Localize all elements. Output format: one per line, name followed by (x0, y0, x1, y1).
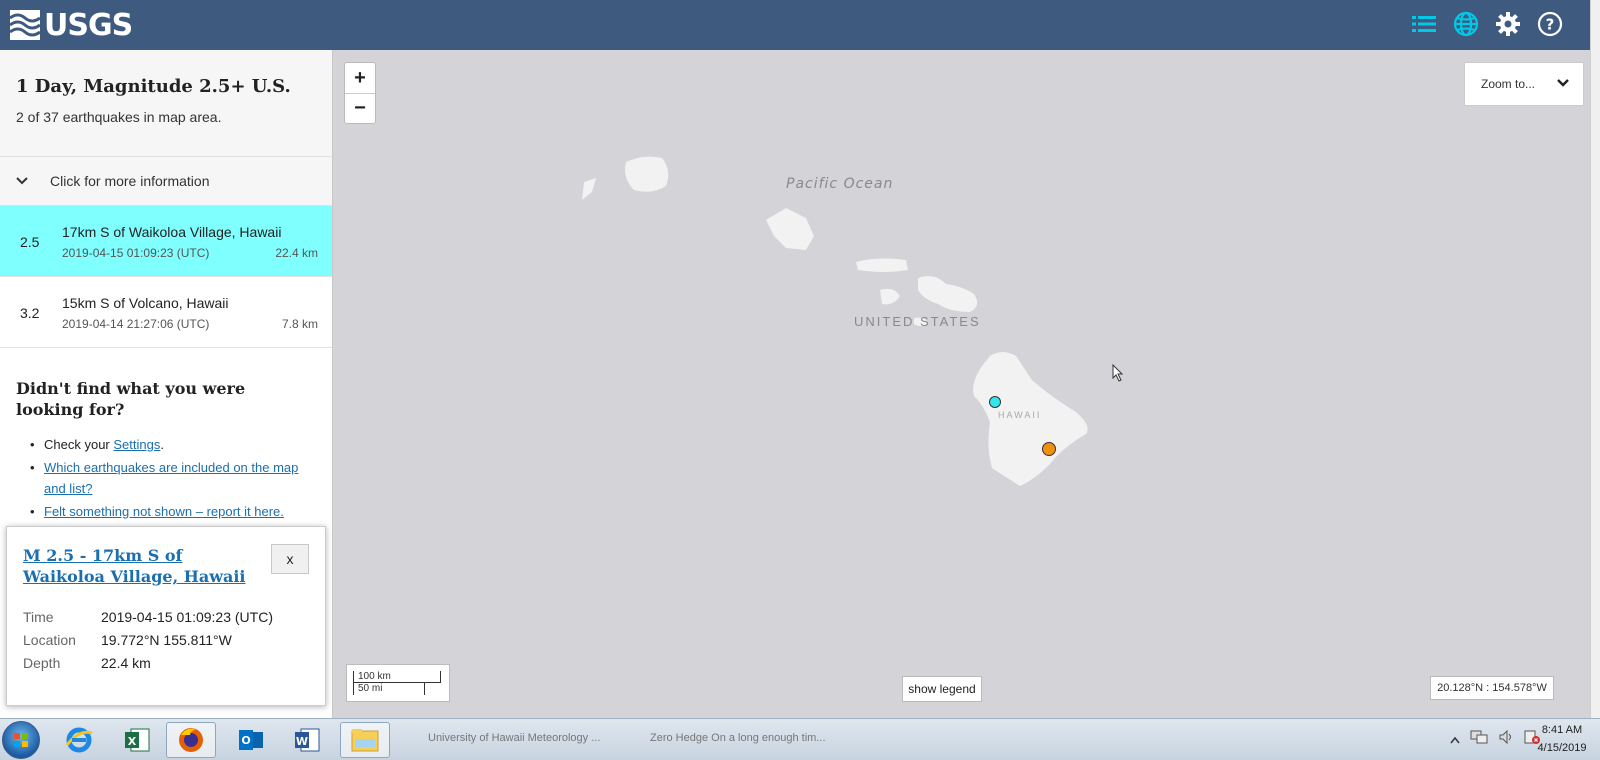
which-earthquakes-link[interactable]: Which earthquakes are included on the ma… (44, 460, 298, 496)
svg-text:W: W (296, 735, 308, 748)
help-check-suffix: . (160, 437, 164, 452)
country-label: UNITED STATES (854, 314, 981, 329)
window-scrollbar[interactable] (1590, 0, 1600, 718)
chevron-down-icon (1557, 76, 1569, 90)
help-title: Didn't find what you were looking for? (16, 379, 246, 419)
svg-text:X: X (128, 735, 137, 748)
app-header: USGS ? (0, 0, 1600, 50)
system-tray (1450, 729, 1540, 750)
svg-text:O: O (241, 734, 250, 747)
globe-icon[interactable] (1452, 10, 1480, 38)
scale-bar: 100 km 50 mi (346, 664, 450, 702)
eq-place: 15km S of Volcano, Hawaii (62, 295, 229, 311)
oahu-island (766, 208, 814, 250)
zoom-to-label: Zoom to... (1481, 77, 1536, 91)
svg-text:?: ? (1546, 16, 1555, 34)
earthquake-list-item[interactable]: 3.2 15km S of Volcano, Hawaii 2019-04-14… (0, 277, 332, 348)
niihau-island (582, 178, 596, 200)
hawaii-islands-map (582, 156, 1088, 486)
eq-place: 17km S of Waikoloa Village, Hawaii (62, 224, 282, 240)
map-view[interactable]: Pacific Ocean UNITED STATES HAWAII + − Z… (334, 50, 1590, 718)
volume-icon[interactable] (1498, 729, 1514, 750)
popup-value: 2019-04-15 01:09:23 (UTC) (101, 609, 273, 625)
word-icon[interactable]: W (282, 722, 332, 758)
show-legend-button[interactable]: show legend (902, 676, 982, 702)
gear-icon[interactable] (1494, 10, 1522, 38)
popup-label: Time (23, 609, 54, 625)
settings-link[interactable]: Settings (113, 437, 160, 452)
eq-magnitude: 2.5 (20, 234, 40, 250)
scale-mi: 50 mi (353, 683, 425, 695)
earthquake-list-item[interactable]: 2.5 17km S of Waikoloa Village, Hawaii 2… (0, 206, 332, 277)
help-check-prefix: Check your (44, 437, 114, 452)
taskbar-window-title[interactable]: University of Hawaii Meteorology ... (428, 732, 600, 744)
help-item-included: Which earthquakes are included on the ma… (16, 457, 316, 499)
more-info-label: Click for more information (50, 173, 210, 189)
maui-island (918, 276, 978, 312)
outlook-icon[interactable]: O (226, 722, 276, 758)
earthquake-marker[interactable] (1042, 442, 1056, 456)
help-item-settings: Check your Settings. (16, 434, 316, 455)
eq-time: 2019-04-14 21:27:06 (UTC) (62, 317, 210, 331)
popup-row-depth: Depth 22.4 km (23, 655, 309, 678)
list-header: 1 Day, Magnitude 2.5+ U.S. 2 of 37 earth… (0, 50, 332, 157)
popup-close-button[interactable]: x (271, 544, 309, 574)
earthquake-popup: M 2.5 - 17km S of Waikoloa Village, Hawa… (6, 526, 326, 706)
start-button[interactable] (2, 721, 40, 759)
eq-magnitude: 3.2 (20, 305, 40, 321)
windows-taskbar: X O W University of Hawaii Meteorology .… (0, 718, 1600, 760)
internet-explorer-icon[interactable] (54, 722, 104, 758)
list-icon[interactable] (1410, 10, 1438, 38)
list-count: 2 of 37 earthquakes in map area. (16, 109, 222, 125)
more-info-toggle[interactable]: Click for more information (0, 157, 332, 206)
molokai-island (856, 258, 908, 272)
list-title: 1 Day, Magnitude 2.5+ U.S. (16, 76, 291, 97)
popup-title-link[interactable]: M 2.5 - 17km S of Waikoloa Village, Hawa… (23, 545, 263, 587)
scale-km: 100 km (353, 671, 441, 683)
popup-value: 19.772°N 155.811°W (101, 632, 232, 648)
help-icon[interactable]: ? (1536, 10, 1564, 38)
clock-time: 8:41 AM (1541, 724, 1583, 736)
network-icon[interactable] (1470, 729, 1488, 750)
chevron-down-icon (16, 174, 32, 188)
kauai-island (625, 156, 669, 192)
clock-date: 4/15/2019 (1537, 742, 1587, 754)
popup-label: Depth (23, 655, 61, 671)
taskbar-window-title[interactable]: Zero Hedge On a long enough tim... (650, 732, 826, 744)
file-explorer-icon[interactable] (340, 722, 390, 758)
mouse-cursor-icon (1112, 364, 1124, 382)
windows-logo-icon (14, 733, 28, 747)
tray-expand-icon[interactable] (1450, 731, 1460, 749)
eq-time: 2019-04-15 01:09:23 (UTC) (62, 246, 210, 260)
firefox-icon[interactable] (166, 722, 216, 758)
zoom-in-button[interactable]: + (345, 63, 375, 93)
lanai-island (880, 288, 900, 305)
earthquake-marker-selected[interactable] (989, 396, 1001, 408)
help-item-report: Felt something not shown – report it her… (16, 501, 316, 522)
help-section: Didn't find what you were looking for? C… (0, 348, 332, 522)
eq-depth: 22.4 km (275, 246, 318, 260)
popup-value: 22.4 km (101, 655, 151, 671)
excel-icon[interactable]: X (112, 722, 162, 758)
taskbar-clock[interactable]: 8:41 AM 4/15/2019 (1534, 721, 1590, 757)
usgs-wave-icon (10, 10, 40, 40)
island-label: HAWAII (998, 410, 1042, 420)
popup-label: Location (23, 632, 76, 648)
zoom-to-dropdown[interactable]: Zoom to... (1464, 62, 1584, 106)
eq-depth: 7.8 km (281, 317, 318, 331)
report-felt-link[interactable]: Felt something not shown – report it her… (44, 504, 284, 519)
zoom-out-button[interactable]: − (345, 93, 375, 123)
cursor-coordinates: 20.128°N : 154.578°W (1430, 676, 1554, 700)
popup-row-time: Time 2019-04-15 01:09:23 (UTC) (23, 609, 309, 632)
usgs-logo[interactable]: USGS (10, 7, 133, 43)
usgs-logo-text: USGS (44, 7, 133, 43)
ocean-label: Pacific Ocean (786, 176, 894, 192)
popup-details: Time 2019-04-15 01:09:23 (UTC) Location … (23, 609, 309, 678)
popup-row-location: Location 19.772°N 155.811°W (23, 632, 309, 655)
zoom-control: + − (344, 62, 376, 124)
